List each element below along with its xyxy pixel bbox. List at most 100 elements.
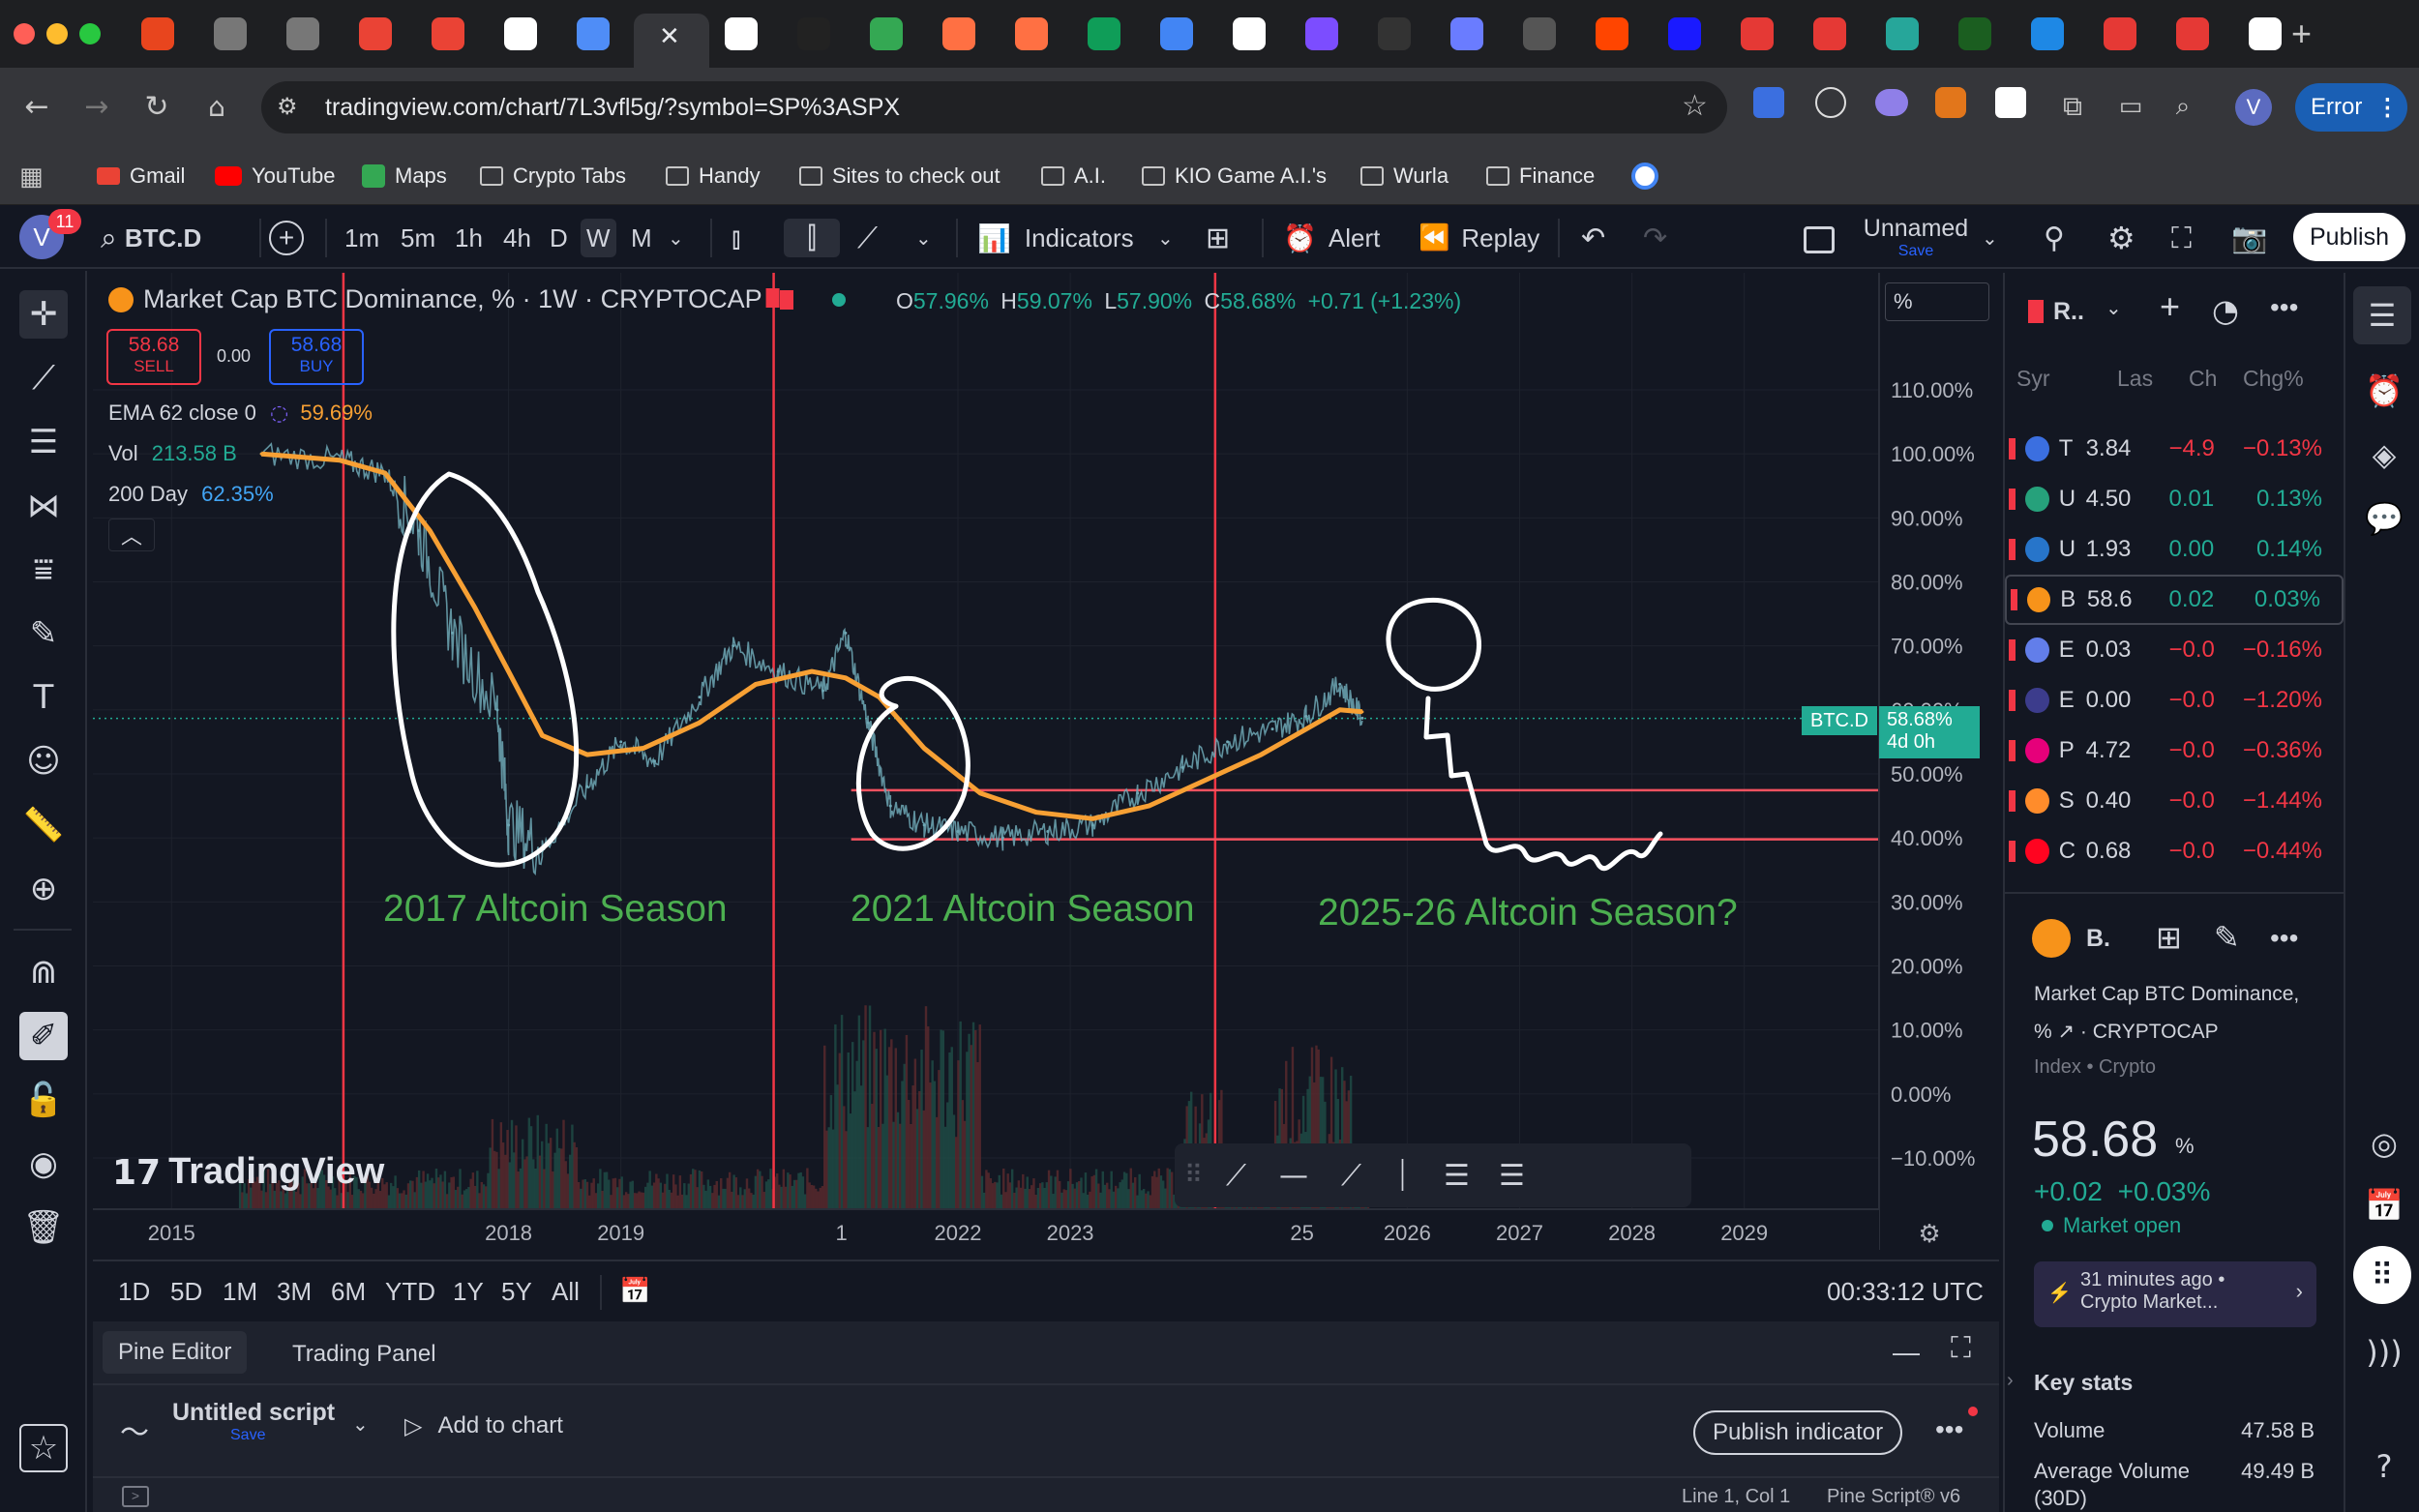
emoji-icon[interactable]: ☺ — [19, 737, 68, 786]
tab-favicon-icon[interactable] — [2249, 17, 2282, 50]
red-flag-icon[interactable] — [2009, 790, 2016, 812]
red-flag-icon[interactable] — [2009, 438, 2016, 460]
watchlist-row[interactable]: E 0.00 −0.0 −1.20% — [2005, 675, 2344, 726]
extensions-puzzle-icon[interactable]: ⧉ — [2053, 87, 2092, 126]
pitchfork-icon[interactable]: ☰ — [1499, 1159, 1525, 1193]
interval-5m[interactable]: 5m — [401, 219, 435, 257]
ma-legend[interactable]: 200 Day 62.35% — [108, 482, 274, 507]
script-name-button[interactable]: Untitled script Save — [172, 1399, 335, 1444]
apps-grid-icon[interactable]: ⠿ — [2353, 1246, 2411, 1304]
interval-1h[interactable]: 1h — [455, 219, 483, 257]
range-5d[interactable]: 5D — [170, 1277, 202, 1307]
tab-favicon-icon[interactable] — [1741, 17, 1774, 50]
pine-version[interactable]: Pine Script® v6 — [1827, 1486, 1960, 1508]
quick-search-icon[interactable]: ⚲ — [2044, 219, 2065, 257]
watchlist-row[interactable]: S 0.40 −0.0 −1.44% — [2005, 776, 2344, 826]
bars-style-icon[interactable]: ⫾ — [732, 219, 741, 257]
range-1y[interactable]: 1Y — [453, 1277, 484, 1307]
collapse-legend-chevron-icon[interactable]: ︿ — [108, 519, 155, 551]
indicators-dropdown-icon[interactable]: ⌄ — [1157, 219, 1174, 257]
buy-button[interactable]: 58.68 BUY — [269, 329, 364, 385]
grid-view-icon[interactable]: ⊞ — [2156, 919, 2182, 956]
indicators-button[interactable]: 📊 Indicators — [977, 219, 1134, 257]
col-symbol[interactable]: Syr — [2016, 366, 2050, 392]
interval-1m[interactable]: 1m — [344, 219, 379, 257]
interval-m[interactable]: M — [631, 219, 652, 257]
undo-icon[interactable]: ↶ — [1581, 219, 1605, 257]
interval-w-active[interactable]: W — [581, 219, 616, 257]
range-1m[interactable]: 1M — [223, 1277, 257, 1307]
vertical-line-icon[interactable]: ⏐ — [1394, 1159, 1411, 1193]
edit-note-icon[interactable]: ✎ — [2214, 919, 2240, 956]
range-3m[interactable]: 3M — [277, 1277, 312, 1307]
range-ytd[interactable]: YTD — [385, 1277, 435, 1307]
tab-favicon-icon[interactable] — [1886, 17, 1919, 50]
tab-favicon-icon[interactable] — [359, 17, 392, 50]
tab-favicon-icon[interactable] — [577, 17, 610, 50]
annotation-text[interactable]: 2021 Altcoin Season — [851, 888, 1195, 931]
zoom-in-icon[interactable]: ⊕ — [19, 865, 68, 913]
tab-favicon-icon[interactable] — [1596, 17, 1628, 50]
line-style-icon[interactable]: ⟋ — [857, 219, 878, 257]
watchlist-icon[interactable]: ☰ — [2353, 286, 2411, 344]
detail-symbol[interactable]: B. — [2086, 925, 2110, 953]
watchlist-row[interactable]: C 0.68 −0.0 −0.44% — [2005, 826, 2344, 876]
tab-favicon-icon[interactable] — [942, 17, 975, 50]
tab-favicon-icon[interactable] — [1088, 17, 1120, 50]
bookmark-youtube[interactable]: YouTube — [215, 161, 335, 192]
tab-pine-editor[interactable]: Pine Editor — [103, 1331, 248, 1374]
extension-icon[interactable] — [1753, 87, 1784, 118]
chart-pane[interactable]: Mon 11 Jul '16Mon 11 May '20Mon 15 Apr '… — [93, 273, 1999, 1250]
key-stats-heading[interactable]: Key stats — [2034, 1370, 2133, 1396]
minimize-panel-icon[interactable]: — — [1893, 1337, 1920, 1368]
more-options-icon[interactable]: ••• — [2270, 923, 2298, 954]
tab-favicon-icon[interactable] — [870, 17, 903, 50]
tab-favicon-icon[interactable] — [1015, 17, 1048, 50]
price-chart[interactable]: Mon 11 Jul '16Mon 11 May '20Mon 15 Apr '… — [93, 273, 1999, 1250]
watchlist-row[interactable]: P 4.72 −0.0 −0.36% — [2005, 726, 2344, 776]
apps-grid-icon[interactable]: ▦ — [19, 163, 44, 192]
watchlist-row[interactable]: T 3.84 −4.9 −0.13% — [2005, 424, 2344, 474]
watchlist-row[interactable]: E 0.03 −0.0 −0.16% — [2005, 625, 2344, 675]
maximize-window-button[interactable] — [79, 23, 101, 44]
interval-dropdown-icon[interactable]: ⌄ — [668, 219, 684, 257]
url-text[interactable]: tradingview.com/chart/7L3vfl5g/?symbol=S… — [325, 94, 900, 122]
detail-name-line2[interactable]: % ↗ · CRYPTOCAP — [2034, 1020, 2219, 1044]
address-bar[interactable]: ⚙ tradingview.com/chart/7L3vfl5g/?symbol… — [261, 81, 1727, 133]
more-options-icon[interactable]: ••• — [2270, 292, 2298, 323]
replay-button[interactable]: ⏪ Replay — [1419, 219, 1539, 257]
volume-legend[interactable]: Vol 213.58 B — [108, 441, 237, 466]
favorites-star-icon[interactable]: ☆ — [19, 1424, 68, 1472]
symbol-search[interactable]: ⌕ BTC.D — [101, 219, 201, 257]
bookmark-star-icon[interactable]: ☆ — [1682, 89, 1708, 123]
parallel-channel-icon[interactable]: ☰ — [1444, 1159, 1470, 1193]
signal-icon[interactable]: ))) — [2363, 1331, 2405, 1374]
col-last[interactable]: Las — [2117, 366, 2153, 392]
advanced-view-icon[interactable]: ◔ — [2212, 292, 2239, 329]
red-flag-icon[interactable] — [2009, 841, 2016, 862]
tab-favicon-icon[interactable] — [2176, 17, 2209, 50]
bookmark-maps[interactable]: Maps — [362, 161, 447, 192]
sell-button[interactable]: 58.68 SELL — [106, 329, 201, 385]
settings-gear-icon[interactable]: ⚙ — [2107, 219, 2135, 257]
prediction-icon[interactable]: ⩸ — [19, 546, 68, 594]
metamask-icon[interactable] — [1935, 87, 1966, 118]
media-icon[interactable]: ▭ — [2111, 87, 2150, 126]
ray-icon[interactable]: ⟋ — [1341, 1159, 1361, 1193]
text-tool-icon[interactable]: T — [19, 673, 68, 722]
eye-visibility-icon[interactable]: ◉ — [19, 1140, 68, 1188]
stay-in-drawing-mode-icon[interactable]: ✐ — [19, 1012, 68, 1060]
extension-icon[interactable] — [1875, 89, 1908, 116]
minimize-window-button[interactable] — [46, 23, 68, 44]
compare-symbol-button[interactable]: + — [269, 221, 304, 255]
publish-indicator-button[interactable]: Publish indicator — [1693, 1410, 1903, 1455]
bookmark-folder-finance[interactable]: Finance — [1486, 161, 1595, 192]
site-info-icon[interactable]: ⚙ — [277, 93, 298, 120]
bookmark-folder-crypto-tabs[interactable]: Crypto Tabs — [480, 161, 626, 192]
annotation-text[interactable]: 2017 Altcoin Season — [383, 888, 728, 931]
lock-icon[interactable]: 🔓 — [19, 1076, 68, 1124]
range-5y[interactable]: 5Y — [501, 1277, 532, 1307]
watchlist-row[interactable]: U 1.93 0.00 0.14% — [2005, 524, 2344, 575]
tab-favicon-icon[interactable] — [797, 17, 830, 50]
camera-snapshot-icon[interactable]: 📷 — [2231, 219, 2267, 257]
